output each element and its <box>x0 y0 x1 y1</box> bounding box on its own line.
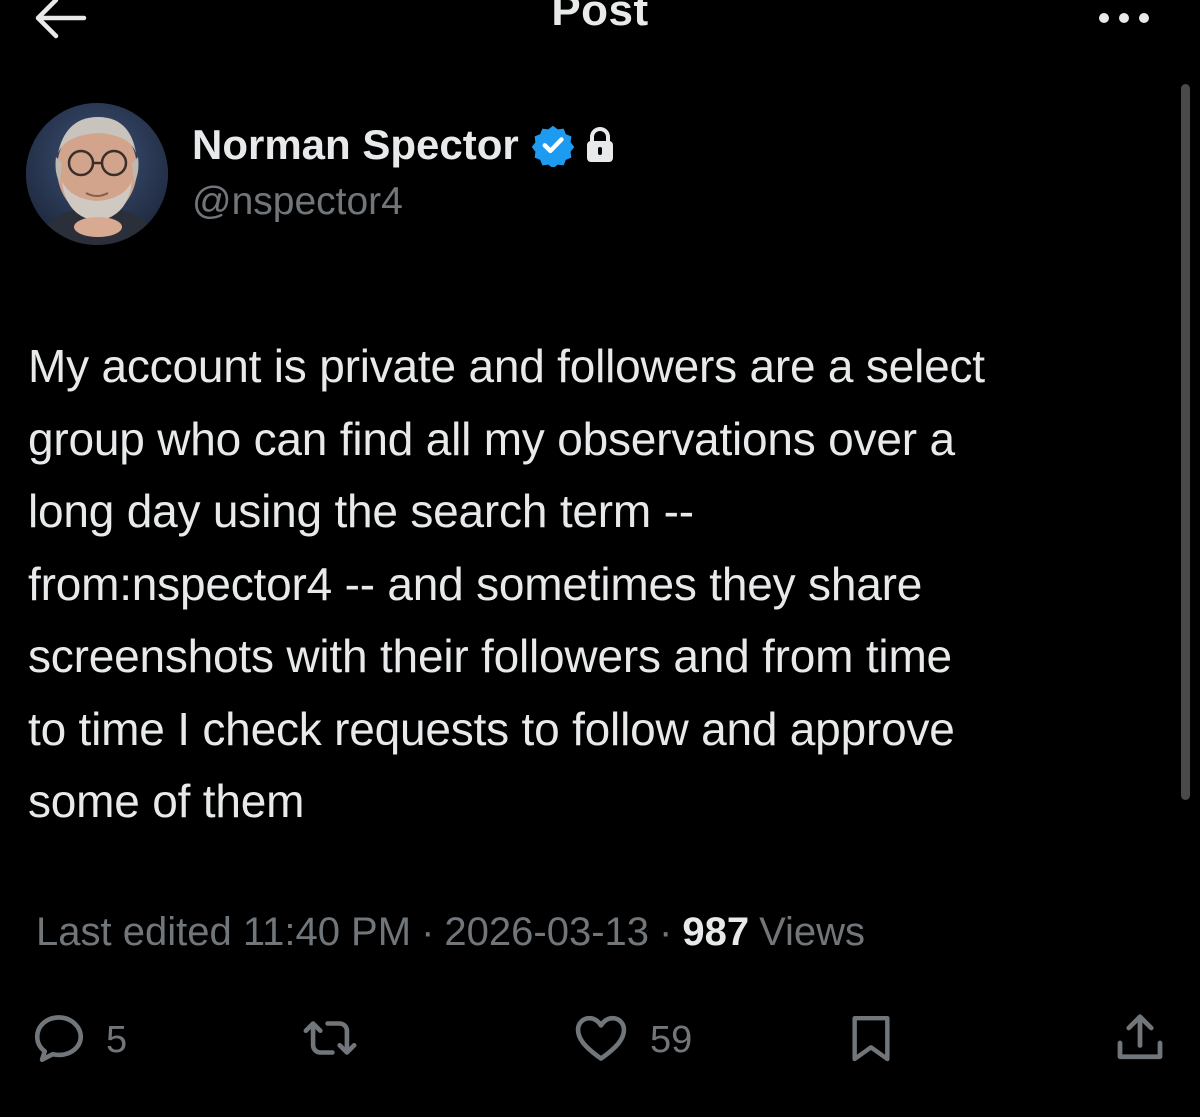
reply-icon <box>30 1009 88 1072</box>
header: Post <box>0 0 1200 60</box>
bookmark-icon <box>843 1009 899 1072</box>
author-handle[interactable]: @nspector4 <box>192 180 403 224</box>
more-icon <box>1094 8 1154 33</box>
share-icon <box>1110 1008 1170 1073</box>
views-count: 987 <box>682 910 750 954</box>
lock-icon <box>585 126 615 164</box>
author-name-row[interactable]: Norman Spector <box>192 120 615 170</box>
repost-button[interactable] <box>298 1005 362 1075</box>
like-count: 59 <box>650 1018 693 1061</box>
author-name[interactable]: Norman Spector <box>192 121 519 169</box>
like-button[interactable]: 59 <box>570 1005 692 1075</box>
reply-count: 5 <box>106 1018 128 1061</box>
more-button[interactable] <box>1088 2 1160 38</box>
reply-button[interactable]: 5 <box>30 1005 127 1075</box>
page-title: Post <box>551 0 649 35</box>
post-meta: Last edited 11:40 PM · 2026-03-13 · 987 … <box>36 910 865 955</box>
edited-label[interactable]: Last edited 11:40 PM <box>36 910 411 955</box>
meta-separator: · <box>421 910 435 954</box>
scrollbar[interactable] <box>1181 84 1190 800</box>
action-bar: 5 59 <box>0 1005 1200 1075</box>
views-label: Views <box>759 910 866 954</box>
verified-icon <box>531 123 575 167</box>
avatar[interactable] <box>26 103 168 245</box>
meta-separator: · <box>659 910 673 954</box>
bookmark-button[interactable] <box>843 1005 899 1075</box>
repost-icon <box>298 1009 362 1072</box>
like-icon <box>570 1009 632 1072</box>
share-button[interactable] <box>1110 1005 1170 1075</box>
post-text: My account is private and followers are … <box>28 340 985 827</box>
post-date[interactable]: 2026-03-13 <box>444 910 649 955</box>
